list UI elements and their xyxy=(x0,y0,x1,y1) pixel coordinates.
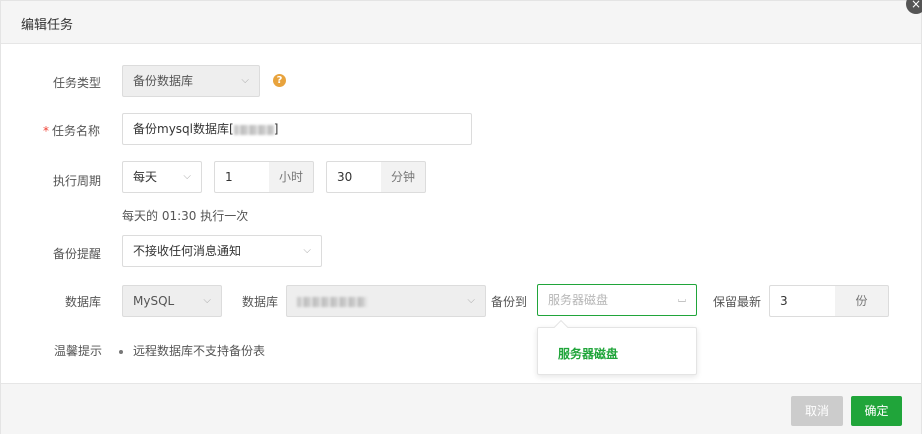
reminder-label: 备份提醒 xyxy=(53,247,102,261)
keep-unit: 份 xyxy=(835,285,889,317)
bullet-icon xyxy=(119,349,123,354)
backup-to-select[interactable]: 服务器磁盘 ⌴ xyxy=(537,284,697,316)
db-name-select[interactable]: ⌵ xyxy=(286,285,486,317)
confirm-button[interactable]: 确定 xyxy=(851,396,902,426)
db-name-label: 数据库 xyxy=(242,295,279,309)
task-name-input[interactable]: 备份mysql数据库[] xyxy=(122,113,472,145)
redacted-text xyxy=(233,124,274,135)
minute-unit: 分钟 xyxy=(381,161,426,193)
chevron-up-icon: ⌴ xyxy=(678,294,686,305)
chevron-down-icon: ⌵ xyxy=(467,295,475,306)
task-name-suffix: ] xyxy=(273,122,279,136)
cycle-period-select[interactable]: 每天 ⌵ xyxy=(122,161,202,193)
dialog-title: 编辑任务 xyxy=(21,18,74,33)
task-type-label: 任务类型 xyxy=(53,76,102,90)
hour-value: 1 xyxy=(225,170,233,184)
redacted-text xyxy=(297,296,367,307)
cycle-label: 执行周期 xyxy=(53,174,102,188)
task-name-prefix: 备份mysql数据库[ xyxy=(133,122,234,136)
backup-to-label: 备份到 xyxy=(491,295,528,309)
cycle-hint: 每天的 01:30 执行一次 xyxy=(122,209,249,223)
chevron-down-icon: ⌵ xyxy=(241,75,249,86)
task-name-label-text: 任务名称 xyxy=(52,124,101,138)
chevron-down-icon: ⌵ xyxy=(303,245,311,256)
task-name-label: * 任务名称 xyxy=(43,122,100,139)
chevron-down-icon: ⌵ xyxy=(183,171,191,182)
help-icon[interactable]: ? xyxy=(273,74,286,87)
hour-unit: 小时 xyxy=(269,161,314,193)
chevron-down-icon: ⌵ xyxy=(203,295,211,306)
dropdown-pointer xyxy=(553,319,569,335)
db-type-select[interactable]: MySQL ⌵ xyxy=(122,285,222,317)
reminder-select[interactable]: 不接收任何消息通知 ⌵ xyxy=(122,235,322,267)
backup-to-placeholder: 服务器磁盘 xyxy=(548,293,609,307)
database-label: 数据库 xyxy=(65,295,102,309)
keep-count-value: 3 xyxy=(780,294,788,308)
dropdown-option-server-disk[interactable]: 服务器磁盘 xyxy=(558,345,618,362)
tip-item: 远程数据库不支持备份表 xyxy=(119,342,265,359)
db-type-value: MySQL xyxy=(133,294,175,308)
cycle-period-value: 每天 xyxy=(133,170,158,184)
edit-task-dialog: 编辑任务 任务类型 备份数据库 ⌵ ? * 任务名称 备份mysql数据库[] 执… xyxy=(0,0,922,434)
tip-text: 远程数据库不支持备份表 xyxy=(133,344,266,358)
keep-latest-label: 保留最新 xyxy=(713,295,762,309)
cancel-button[interactable]: 取消 xyxy=(791,396,843,426)
minute-input[interactable]: 30 xyxy=(326,161,382,193)
tips-label: 温馨提示 xyxy=(54,344,103,358)
required-mark: * xyxy=(43,124,49,138)
hour-input[interactable]: 1 xyxy=(214,161,270,193)
minute-value: 30 xyxy=(337,170,353,184)
dialog-footer: 取消 确定 xyxy=(1,383,921,434)
backup-target-dropdown: 服务器磁盘 xyxy=(537,319,697,375)
keep-count-input[interactable]: 3 xyxy=(769,285,836,317)
reminder-value: 不接收任何消息通知 xyxy=(133,244,242,258)
task-type-value: 备份数据库 xyxy=(133,74,194,88)
dialog-header: 编辑任务 xyxy=(1,1,921,44)
task-type-select[interactable]: 备份数据库 ⌵ xyxy=(122,65,260,97)
